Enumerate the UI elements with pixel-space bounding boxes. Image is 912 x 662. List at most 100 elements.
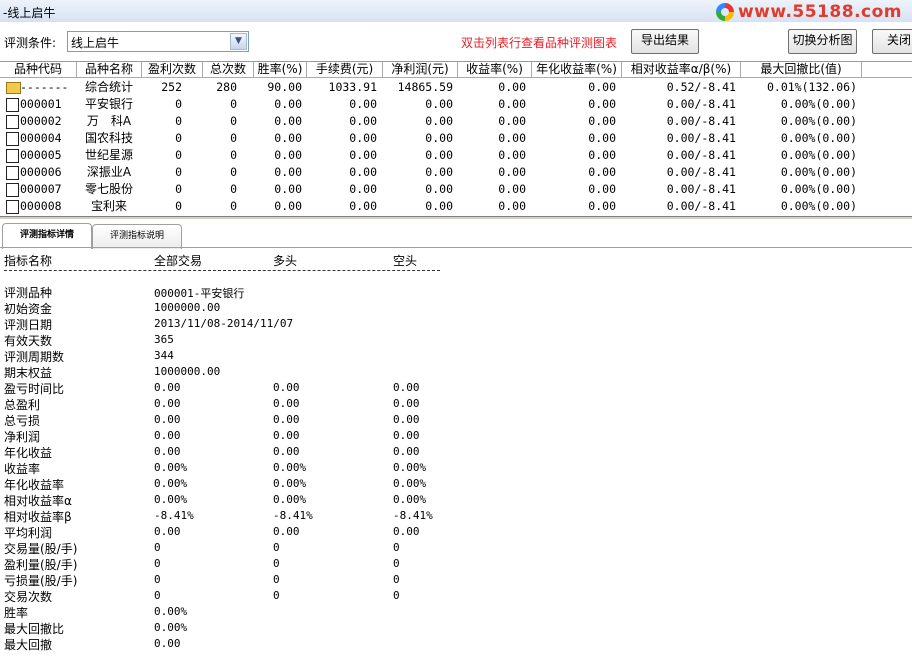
detail-value: 0.00: [154, 413, 181, 426]
cell-maxdd: 0.00%(0.00): [780, 199, 857, 213]
tab-bar: 评测指标详情 评测指标说明: [0, 220, 912, 249]
table-row[interactable]: 000005 世纪星源 0 0 0.00 0.00 0.00 0.00 0.00 0.00/-8.…: [0, 147, 912, 164]
column-header[interactable]: 年化收益率(%): [532, 62, 622, 77]
detail-label: 评测周期数: [4, 350, 65, 364]
cell-total: 0: [230, 97, 237, 111]
tab-indicator-details[interactable]: 评测指标详情: [2, 223, 92, 249]
cell-maxdd: 0.01%(132.06): [766, 80, 857, 94]
cell-fee: 0.00: [349, 131, 377, 145]
cell-annual: 0.00: [588, 165, 616, 179]
splitter[interactable]: [0, 216, 912, 219]
cell-ret: 0.00: [498, 148, 526, 162]
table-row[interactable]: 000007 零七股份 0 0 0.00 0.00 0.00 0.00 0.00 0.00/-8.…: [0, 181, 912, 198]
cell-annual: 0.00: [588, 97, 616, 111]
cell-profit: 0.00: [425, 199, 453, 213]
cell-rel: 0.00/-8.41: [666, 165, 736, 179]
detail-value: 2013/11/08-2014/11/07: [154, 317, 294, 330]
cell-annual: 0.00: [588, 131, 616, 145]
detail-value: 0.00%: [154, 461, 188, 474]
detail-label: 总盈利: [4, 398, 41, 412]
table-row[interactable]: 000002 万 科A 0 0 0.00 0.00 0.00 0.00 0.00 0.00/-8.…: [0, 113, 912, 130]
cell-total: 280: [216, 80, 237, 94]
column-header[interactable]: 品种名称: [77, 62, 142, 77]
cell-profit: 14865.59: [397, 80, 453, 94]
detail-value: -8.41%: [393, 509, 433, 522]
column-header[interactable]: 相对收益率α/β(%): [622, 62, 741, 77]
document-icon: [6, 200, 19, 214]
cell-winrate: 0.00: [274, 165, 302, 179]
column-header[interactable]: 胜率(%): [254, 62, 307, 77]
detail-value: 0.00: [273, 381, 300, 394]
detail-value: 0: [273, 541, 280, 554]
detail-header: 多头: [273, 254, 298, 268]
detail-header: 全部交易: [154, 254, 203, 268]
detail-value: 0.00: [154, 637, 181, 650]
cell-annual: 0.00: [588, 80, 616, 94]
cell-ret: 0.00: [498, 182, 526, 196]
hint-text: 双击列表行查看品种评测图表: [461, 36, 618, 50]
cell-maxdd: 0.00%(0.00): [780, 148, 857, 162]
chevron-down-icon[interactable]: ▼: [230, 33, 247, 50]
detail-value: 0: [393, 589, 400, 602]
document-icon: [6, 183, 19, 197]
table-row[interactable]: ------- 综合统计 252 280 90.00 1033.91 14865.59 0.0…: [0, 79, 912, 96]
detail-label: 最大回撤比: [4, 622, 65, 636]
cell-profit: 0.00: [425, 97, 453, 111]
condition-select[interactable]: 线上启牛 ▼: [67, 31, 249, 52]
cell-rel: 0.00/-8.41: [666, 97, 736, 111]
table-row[interactable]: 000006 深振业A 0 0 0.00 0.00 0.00 0.00 0.00 0.00/-8.…: [0, 164, 912, 181]
cell-annual: 0.00: [588, 148, 616, 162]
cell-wins: 0: [175, 199, 182, 213]
column-header[interactable]: 收益率(%): [458, 62, 532, 77]
detail-label: 初始资金: [4, 302, 53, 316]
detail-label: 盈利量(股/手): [4, 558, 78, 572]
cell-maxdd: 0.00%(0.00): [780, 182, 857, 196]
cell-ret: 0.00: [498, 199, 526, 213]
detail-label: 评测品种: [4, 286, 53, 300]
detail-label: 交易次数: [4, 590, 53, 604]
detail-value: 0.00: [154, 445, 181, 458]
cell-code: -------: [20, 80, 69, 94]
watermark: www.55188.com: [715, 2, 902, 22]
detail-label: 年化收益率: [4, 478, 65, 492]
document-icon: [6, 98, 19, 112]
column-header[interactable]: 总次数: [203, 62, 254, 77]
detail-label: 盈亏时间比: [4, 382, 65, 396]
detail-label: 评测日期: [4, 318, 53, 332]
cell-ret: 0.00: [498, 97, 526, 111]
window-title: -线上启牛: [3, 6, 56, 20]
cell-wins: 0: [175, 148, 182, 162]
cell-total: 0: [230, 114, 237, 128]
tab-indicator-help[interactable]: 评测指标说明: [92, 224, 182, 249]
column-header[interactable]: 净利润(元): [383, 62, 458, 77]
detail-label: 交易量(股/手): [4, 542, 78, 556]
cell-name: 平安银行: [84, 97, 133, 111]
detail-label: 年化收益: [4, 446, 53, 460]
cell-wins: 0: [175, 114, 182, 128]
detail-value: 0: [154, 541, 161, 554]
export-button[interactable]: 导出结果: [631, 29, 699, 54]
document-icon: [6, 166, 19, 180]
table-row[interactable]: 000001 平安银行 0 0 0.00 0.00 0.00 0.00 0.00 0.00/-8.…: [0, 96, 912, 113]
switch-chart-button[interactable]: 切换分析图: [788, 29, 857, 54]
table-row[interactable]: 000008 宝利来 0 0 0.00 0.00 0.00 0.00 0.00 0.00/-8.4…: [0, 198, 912, 215]
close-button[interactable]: 关闭: [872, 29, 912, 54]
table-row[interactable]: 000004 国农科技 0 0 0.00 0.00 0.00 0.00 0.00 0.00/-8.…: [0, 130, 912, 147]
cell-fee: 0.00: [349, 182, 377, 196]
cell-wins: 0: [175, 97, 182, 111]
detail-value: 0.00%: [273, 477, 307, 490]
cell-ret: 0.00: [498, 131, 526, 145]
divider: [4, 270, 440, 271]
detail-value: 0.00%: [154, 477, 188, 490]
detail-value: 0: [393, 541, 400, 554]
column-header[interactable]: 手续费(元): [307, 62, 383, 77]
column-header[interactable]: 最大回撤比(值): [741, 62, 862, 77]
cell-total: 0: [230, 182, 237, 196]
cell-name: 综合统计: [84, 80, 133, 94]
watermark-url: www.55188.com: [737, 2, 902, 22]
cell-name: 万 科A: [86, 114, 132, 128]
column-header[interactable]: 品种代码: [0, 62, 77, 77]
column-header[interactable]: 盈利次数: [142, 62, 203, 77]
detail-value: 0.00: [393, 381, 420, 394]
cell-profit: 0.00: [425, 131, 453, 145]
